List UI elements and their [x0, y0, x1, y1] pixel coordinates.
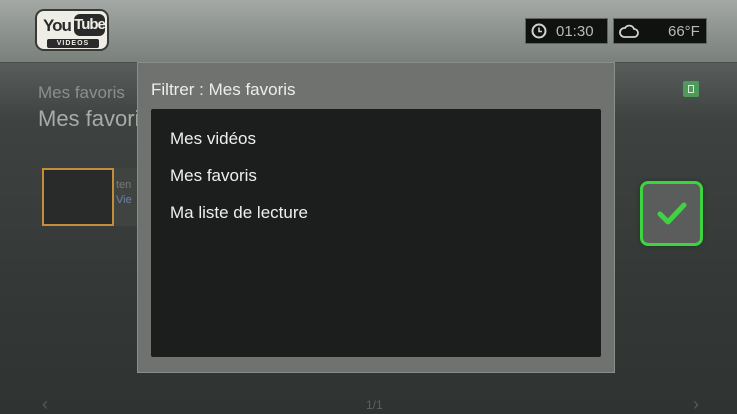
video-thumbnail[interactable]: [42, 168, 114, 226]
next-page-icon[interactable]: ›: [693, 394, 699, 414]
temperature-text: 66°F: [668, 23, 700, 40]
video-info: ten Vie: [116, 178, 132, 208]
filter-dialog: Filtrer : Mes favoris Mes vidéos Mes fav…: [137, 62, 615, 373]
ok-button[interactable]: [640, 181, 703, 246]
checkmark-icon: [657, 202, 687, 225]
prev-page-icon[interactable]: ‹: [42, 394, 48, 414]
breadcrumb-title: Mes favoris: [38, 83, 125, 102]
dialog-title: Filtrer : Mes favoris: [151, 80, 296, 99]
page-title: Mes favoris: [38, 106, 151, 131]
logo-you: You: [43, 16, 72, 35]
page-icon: [683, 81, 699, 97]
cloud-icon: [619, 24, 639, 38]
logo-videos: VIDEOS: [47, 39, 99, 48]
clock-icon: [531, 23, 547, 39]
filter-option-my-videos[interactable]: Mes vidéos: [170, 129, 256, 149]
video-title: ten: [116, 179, 132, 191]
clock-display: 01:30: [525, 18, 608, 44]
video-views: Vie: [116, 194, 132, 206]
logo-tube: Tube: [74, 14, 106, 36]
filter-option-list: Mes vidéos Mes favoris Ma liste de lectu…: [151, 109, 601, 357]
youtube-logo: You Tube VIDEOS: [35, 9, 109, 51]
weather-display: 66°F: [613, 18, 707, 44]
filter-option-playlist[interactable]: Ma liste de lecture: [170, 203, 308, 223]
top-bar: You Tube VIDEOS 01:30 66°F: [0, 0, 737, 63]
youtube-screen: You Tube VIDEOS 01:30 66°F Mes favoris M…: [0, 0, 737, 414]
filter-option-my-favorites[interactable]: Mes favoris: [170, 166, 257, 186]
time-text: 01:30: [556, 23, 594, 40]
page-counter: 1/1: [366, 398, 383, 412]
